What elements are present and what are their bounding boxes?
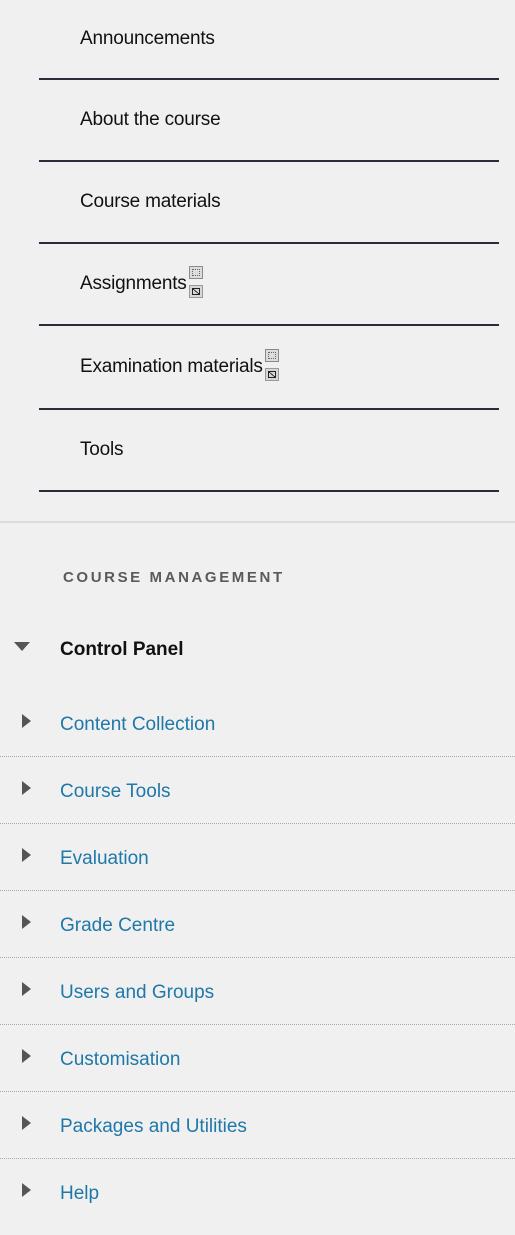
menu-item-tools[interactable]: Tools: [39, 410, 499, 492]
control-panel-item-users-and-groups[interactable]: Users and Groups: [0, 958, 515, 1025]
visibility-icons: [264, 349, 279, 381]
slashed-square-icon: [264, 368, 279, 381]
visibility-icons: [188, 266, 203, 298]
menu-item-about-the-course[interactable]: About the course: [39, 80, 499, 162]
slashed-square-icon: [188, 285, 203, 298]
caret-right-icon[interactable]: [22, 848, 31, 862]
menu-item-announcements[interactable]: Announcements: [39, 0, 499, 80]
control-panel-item-label[interactable]: Grade Centre: [60, 915, 175, 937]
caret-right-icon[interactable]: [22, 982, 31, 996]
caret-right-icon[interactable]: [22, 1116, 31, 1130]
dotted-square-icon: [264, 349, 279, 362]
caret-right-icon[interactable]: [22, 1049, 31, 1063]
control-panel-item-label[interactable]: Evaluation: [60, 848, 149, 870]
course-management-title: COURSE MANAGEMENT: [63, 569, 285, 586]
control-panel-item-customisation[interactable]: Customisation: [0, 1025, 515, 1092]
menu-item-label: Tools: [80, 439, 124, 460]
control-panel-item-label[interactable]: Content Collection: [60, 714, 215, 736]
control-panel-label: Control Panel: [60, 639, 184, 660]
control-panel-item-packages-and-utilities[interactable]: Packages and Utilities: [0, 1092, 515, 1159]
control-panel-toggle[interactable]: Control Panel: [0, 630, 515, 670]
menu-item-label: About the course: [80, 109, 221, 130]
menu-item-assignments[interactable]: Assignments: [39, 244, 499, 326]
control-panel-item-label[interactable]: Help: [60, 1183, 99, 1205]
menu-item-label: Examination materials: [80, 356, 263, 377]
menu-item-course-materials[interactable]: Course materials: [39, 162, 499, 244]
caret-right-icon[interactable]: [22, 915, 31, 929]
control-panel-item-grade-centre[interactable]: Grade Centre: [0, 891, 515, 958]
menu-item-label: Announcements: [80, 28, 215, 49]
menu-item-label: Assignments: [80, 273, 187, 294]
caret-right-icon[interactable]: [22, 781, 31, 795]
control-panel-item-label[interactable]: Users and Groups: [60, 982, 214, 1004]
menu-item-label: Course materials: [80, 191, 221, 212]
control-panel-item-label[interactable]: Customisation: [60, 1049, 180, 1071]
control-panel-item-label[interactable]: Course Tools: [60, 781, 171, 803]
caret-right-icon[interactable]: [22, 714, 31, 728]
caret-right-icon[interactable]: [22, 1183, 31, 1197]
course-sidebar: Announcements About the course Course ma…: [0, 0, 515, 1235]
menu-item-examination-materials[interactable]: Examination materials: [39, 326, 499, 410]
section-divider: [0, 521, 515, 523]
control-panel-item-help[interactable]: Help: [0, 1159, 515, 1226]
control-panel-item-course-tools[interactable]: Course Tools: [0, 757, 515, 824]
caret-down-icon[interactable]: [14, 642, 30, 651]
control-panel-item-evaluation[interactable]: Evaluation: [0, 824, 515, 891]
control-panel-item-label[interactable]: Packages and Utilities: [60, 1116, 247, 1138]
course-menu: Announcements About the course Course ma…: [0, 0, 515, 522]
dotted-square-icon: [188, 266, 203, 279]
control-panel-item-content-collection[interactable]: Content Collection: [0, 690, 515, 757]
